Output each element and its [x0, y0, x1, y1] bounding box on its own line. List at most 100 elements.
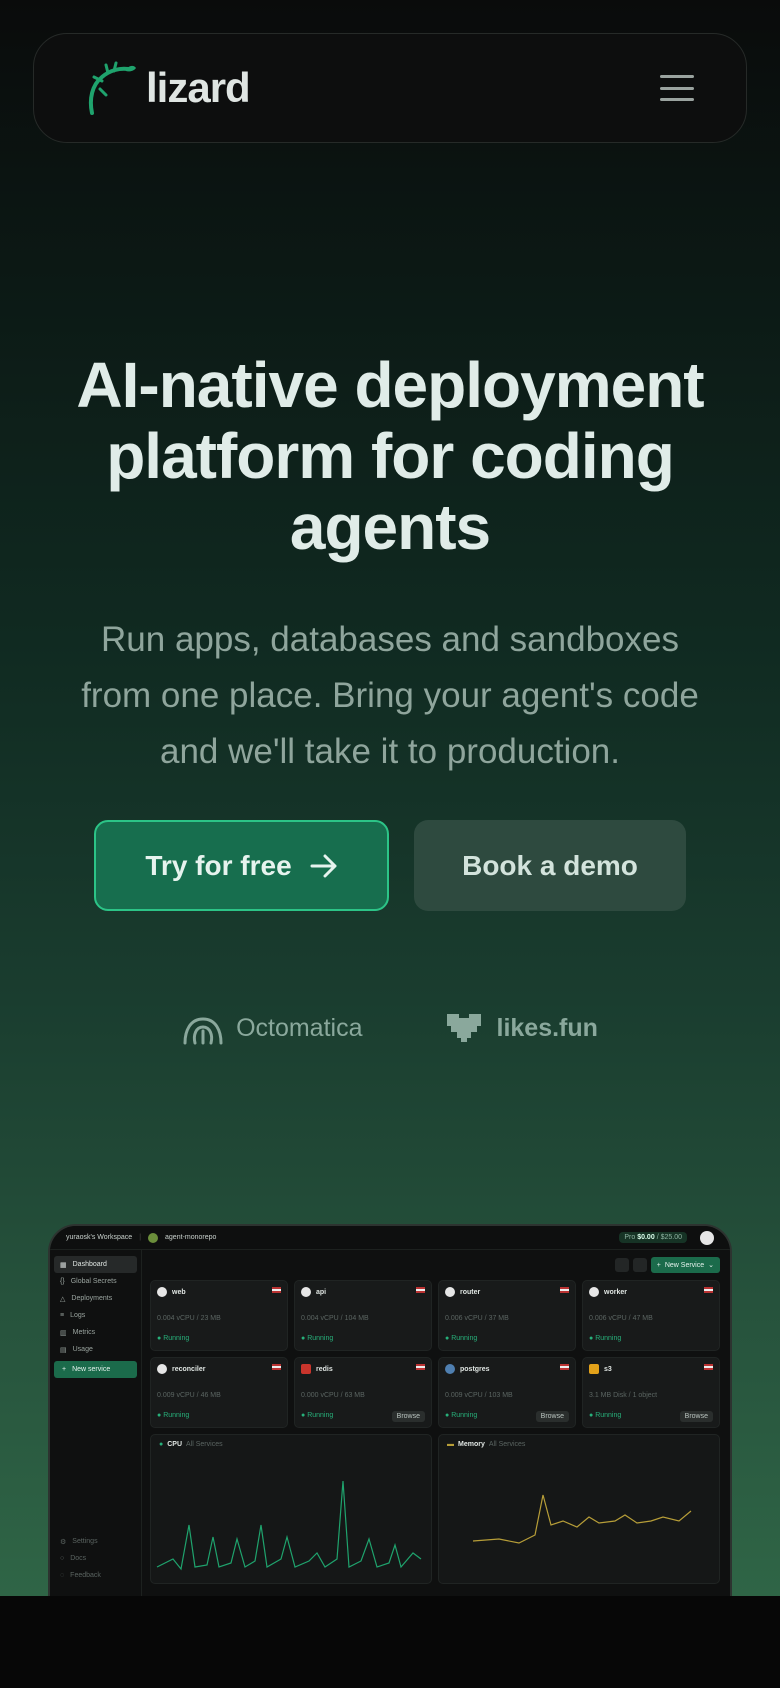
- memory-sparkline: [472, 1494, 692, 1544]
- service-card-worker[interactable]: worker 0.006 vCPU / 47 MB ● Running: [582, 1280, 720, 1351]
- logs-icon: ≡: [60, 1312, 65, 1319]
- grid-icon: ▦: [60, 1261, 67, 1269]
- docs-icon: ○: [60, 1555, 65, 1562]
- breadcrumb-separator: |: [139, 1234, 142, 1241]
- usage-icon: ▤: [60, 1346, 67, 1354]
- service-status-text: Running: [451, 1335, 478, 1342]
- service-name: worker: [604, 1288, 627, 1296]
- service-card-reconciler[interactable]: reconciler 0.009 vCPU / 46 MB ● Running: [150, 1357, 288, 1428]
- us-flag-icon: [704, 1287, 713, 1293]
- service-name: api: [316, 1288, 327, 1296]
- sidebar-item-usage[interactable]: ▤ Usage: [54, 1341, 137, 1358]
- plan-limit: / $25.00: [656, 1234, 682, 1241]
- metrics-charts: ● CPU All Services ▬ Memory All Services: [150, 1434, 720, 1584]
- workspace-name[interactable]: yuraosk's Workspace: [66, 1234, 132, 1241]
- sidebar-item-docs[interactable]: ○ Docs: [54, 1550, 138, 1567]
- sidebar-item-label: Logs: [70, 1312, 86, 1319]
- us-flag-icon: [560, 1364, 569, 1370]
- sidebar-item-settings[interactable]: ⚙ Settings: [54, 1533, 138, 1550]
- service-grid: web 0.004 vCPU / 23 MB ● Running api 0.004 …: [150, 1280, 720, 1428]
- dashboard-preview: yuraosk's Workspace | agent-monorepo Pro…: [48, 1224, 732, 1596]
- grid-view-icon[interactable]: [614, 1258, 629, 1272]
- sidebar-item-global-secrets[interactable]: {} Global Secrets: [54, 1273, 137, 1290]
- partner-logos: Octomatica likes.fun: [0, 1010, 780, 1046]
- redis-icon: [301, 1364, 311, 1374]
- cpu-sparkline: [156, 1480, 422, 1571]
- sidebar-item-label: Settings: [72, 1538, 98, 1545]
- chevron-down-icon[interactable]: ⌄: [708, 1261, 714, 1269]
- list-view-icon[interactable]: [632, 1258, 647, 1272]
- service-card-redis[interactable]: redis 0.000 vCPU / 63 MB ● Running Browse: [294, 1357, 432, 1428]
- hero-subtitle: Run apps, databases and sandboxes from o…: [81, 620, 699, 771]
- sidebar-item-feedback[interactable]: ◌ Feedback: [54, 1567, 138, 1584]
- service-card-s3[interactable]: s3 3.1 MB Disk / 1 object ● Running Browse: [582, 1357, 720, 1428]
- browse-button[interactable]: Browse: [391, 1411, 425, 1422]
- us-flag-icon: [272, 1287, 281, 1293]
- us-flag-icon: [560, 1287, 569, 1293]
- avatar[interactable]: [700, 1230, 714, 1245]
- sidebar-item-dashboard[interactable]: ▦ Dashboard: [54, 1256, 137, 1273]
- service-card-postgres[interactable]: postgres 0.009 vCPU / 103 MB ● Running Brow…: [438, 1357, 576, 1428]
- service-usage: 0.006 vCPU / 47 MB: [589, 1315, 653, 1322]
- service-status-text: Running: [163, 1335, 190, 1342]
- service-status: ● Running: [589, 1412, 622, 1419]
- hamburger-icon[interactable]: [660, 75, 694, 101]
- github-icon: [445, 1287, 455, 1297]
- brand-logo[interactable]: lizard: [86, 59, 251, 117]
- us-flag-icon: [704, 1364, 713, 1370]
- service-name: s3: [604, 1365, 612, 1373]
- hero-title: AI-native deployment platform for coding…: [76, 349, 704, 563]
- new-service-sidebar-button[interactable]: + New service: [54, 1361, 137, 1378]
- us-flag-icon: [416, 1287, 425, 1293]
- service-card-web[interactable]: web 0.004 vCPU / 23 MB ● Running: [150, 1280, 288, 1351]
- try-for-free-label: Try for free: [145, 849, 292, 881]
- github-icon: [157, 1287, 167, 1297]
- feedback-icon: ◌: [60, 1572, 65, 1579]
- service-usage: 0.000 vCPU / 63 MB: [301, 1392, 365, 1399]
- try-for-free-button[interactable]: Try for free: [94, 820, 389, 911]
- dashboard-toolbar: + New Service ⌄: [150, 1250, 720, 1280]
- brand-name: lizard: [146, 64, 251, 111]
- cpu-chart-scope[interactable]: All Services: [186, 1441, 223, 1448]
- memory-chart-scope[interactable]: All Services: [489, 1441, 526, 1448]
- service-status-text: Running: [451, 1412, 478, 1419]
- sidebar-item-deployments[interactable]: △ Deployments: [54, 1290, 137, 1307]
- browse-button[interactable]: Browse: [679, 1411, 713, 1422]
- arrow-right-icon: [310, 854, 337, 877]
- sidebar-item-metrics[interactable]: ▥ Metrics: [54, 1324, 137, 1341]
- sidebar-item-label: Docs: [70, 1555, 87, 1562]
- book-a-demo-label: Book a demo: [462, 849, 638, 881]
- sidebar-item-label: Feedback: [70, 1572, 101, 1579]
- service-usage: 0.004 vCPU / 23 MB: [157, 1315, 221, 1322]
- us-flag-icon: [272, 1364, 281, 1370]
- partner-name: likes.fun: [496, 1013, 598, 1042]
- service-card-router[interactable]: router 0.006 vCPU / 37 MB ● Running: [438, 1280, 576, 1351]
- service-usage: 0.009 vCPU / 103 MB: [445, 1392, 513, 1399]
- plan-spend: $0.00: [637, 1234, 655, 1241]
- browse-button[interactable]: Browse: [535, 1411, 569, 1422]
- service-usage: 0.004 vCPU / 104 MB: [301, 1315, 369, 1322]
- dashboard-main: + New Service ⌄ web 0.004 vCPU / 23 MB ● Run…: [150, 1250, 720, 1596]
- service-card-api[interactable]: api 0.004 vCPU / 104 MB ● Running: [294, 1280, 432, 1351]
- sidebar-item-label: Global Secrets: [70, 1278, 117, 1285]
- cpu-chart: ● CPU All Services: [150, 1434, 432, 1584]
- plan-badge[interactable]: Pro $0.00 / $25.00: [619, 1232, 687, 1243]
- book-a-demo-button[interactable]: Book a demo: [414, 820, 686, 911]
- project-name[interactable]: agent-monorepo: [165, 1234, 216, 1241]
- service-name: reconciler: [172, 1365, 206, 1373]
- sidebar-item-logs[interactable]: ≡ Logs: [54, 1307, 137, 1324]
- rocket-icon: △: [60, 1295, 66, 1303]
- partner-name: Octomatica: [236, 1013, 363, 1042]
- dashboard-sidebar: ▦ Dashboard {} Global Secrets △ Deployments…: [50, 1250, 142, 1596]
- sidebar-item-label: Dashboard: [72, 1261, 107, 1268]
- new-service-button[interactable]: + New Service ⌄: [650, 1257, 720, 1273]
- service-name: router: [460, 1288, 481, 1296]
- service-status-text: Running: [595, 1412, 622, 1419]
- page-bottom-band: [0, 1596, 780, 1688]
- cpu-icon: ●: [159, 1441, 164, 1448]
- service-name: postgres: [460, 1365, 490, 1373]
- memory-chart: ▬ Memory All Services: [438, 1434, 720, 1584]
- service-name: web: [172, 1288, 186, 1296]
- partner-octomatica: Octomatica: [182, 1011, 363, 1045]
- github-icon: [157, 1364, 167, 1374]
